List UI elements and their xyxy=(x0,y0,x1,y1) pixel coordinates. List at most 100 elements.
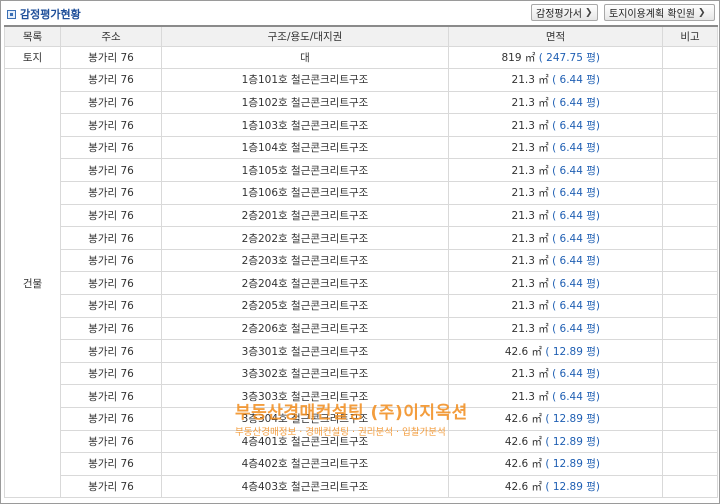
row-address: 봉가리 76 xyxy=(60,226,162,250)
row-structure: 1층103호 철근콘크리트구조 xyxy=(161,113,449,137)
area-pyeong: ( 12.89 평) xyxy=(545,435,600,448)
area-pyeong: ( 6.44 평) xyxy=(552,209,600,222)
area-pyeong: ( 6.44 평) xyxy=(552,164,600,177)
table-row: 봉가리 76 1층103호 철근콘크리트구조 21.3 ㎡ ( 6.44 평) xyxy=(5,113,718,137)
row-note xyxy=(662,90,718,115)
row-note xyxy=(662,248,718,273)
row-note xyxy=(662,271,718,296)
row-area: 21.3 ㎡ ( 6.44 평) xyxy=(448,113,663,137)
appraisal-report-button[interactable]: 감정평가서 ❯ xyxy=(531,4,598,21)
area-value: 42.6 ㎡ xyxy=(504,458,543,471)
row-note xyxy=(662,452,718,476)
row-note xyxy=(662,407,718,431)
land-use: 대 xyxy=(161,45,449,70)
area-pyeong: ( 12.89 평) xyxy=(545,345,600,358)
area-pyeong: ( 6.44 평) xyxy=(552,74,600,87)
row-address: 봉가리 76 xyxy=(60,203,162,228)
area-pyeong: ( 6.44 평) xyxy=(552,390,600,403)
area-value: 42.6 ㎡ xyxy=(504,481,543,494)
row-structure: 4층401호 철근콘크리트구조 xyxy=(161,429,449,454)
row-structure: 2층201호 철근콘크리트구조 xyxy=(161,203,449,228)
row-address: 봉가리 76 xyxy=(60,135,162,160)
area-pyeong: ( 247.75 평) xyxy=(538,51,600,64)
appraisal-panel: 감정평가현황 감정평가서 ❯ 토지이용계획 확인원 ❯ 목록 주소 구조/용도/… xyxy=(0,0,720,504)
row-structure: 1층106호 철근콘크리트구조 xyxy=(161,181,449,205)
row-note xyxy=(662,384,718,408)
land-use-plan-button[interactable]: 토지이용계획 확인원 ❯ xyxy=(604,4,715,21)
chevron-right-icon: ❯ xyxy=(585,7,593,18)
table-row: 봉가리 76 3층301호 철근콘크리트구조 42.6 ㎡ ( 12.89 평) xyxy=(5,339,718,363)
table-row: 봉가리 76 2층206호 철근콘크리트구조 21.3 ㎡ ( 6.44 평) xyxy=(5,316,718,341)
area-pyeong: ( 6.44 평) xyxy=(552,232,600,245)
row-address: 봉가리 76 xyxy=(60,361,162,386)
row-address: 봉가리 76 xyxy=(60,158,162,183)
row-note xyxy=(662,203,718,228)
row-area: 21.3 ㎡ ( 6.44 평) xyxy=(448,181,663,205)
row-address: 봉가리 76 xyxy=(60,271,162,296)
row-note xyxy=(662,113,718,137)
area-value: 42.6 ㎡ xyxy=(504,345,543,358)
row-address: 봉가리 76 xyxy=(60,181,162,205)
row-area: 21.3 ㎡ ( 6.44 평) xyxy=(448,248,663,273)
area-pyeong: ( 6.44 평) xyxy=(552,96,600,109)
row-structure: 3층301호 철근콘크리트구조 xyxy=(161,339,449,363)
row-area: 21.3 ㎡ ( 6.44 평) xyxy=(448,294,663,318)
table-row: 건물 봉가리 76 1층101호 철근콘크리트구조 21.3 ㎡ ( 6.44 평) xyxy=(4,68,718,499)
row-structure: 3층303호 철근콘크리트구조 xyxy=(161,384,449,408)
page-title: 감정평가현황 xyxy=(20,8,81,21)
area-value: 21.3 ㎡ xyxy=(511,74,549,87)
area-value: 21.3 ㎡ xyxy=(511,164,549,177)
area-value: 42.6 ㎡ xyxy=(504,435,543,448)
area-pyeong: ( 12.89 평) xyxy=(545,413,600,426)
row-note xyxy=(662,361,718,386)
row-structure: 2층206호 철근콘크리트구조 xyxy=(161,316,449,341)
area-pyeong: ( 6.44 평) xyxy=(552,322,600,335)
row-address: 봉가리 76 xyxy=(60,384,162,408)
area-value: 819 ㎡ xyxy=(501,51,536,64)
area-value: 42.6 ㎡ xyxy=(504,413,543,426)
row-address: 봉가리 76 xyxy=(60,429,162,454)
area-pyeong: ( 6.44 평) xyxy=(552,255,600,268)
appraisal-table: 목록 주소 구조/용도/대지권 면적 비고 토지 봉가리 76 대 819 ㎡ … xyxy=(4,25,718,499)
row-address: 봉가리 76 xyxy=(60,294,162,318)
section-title: 감정평가현황 xyxy=(7,6,81,22)
row-address: 봉가리 76 xyxy=(60,452,162,476)
row-note xyxy=(662,226,718,250)
row-structure: 3층304호 철근콘크리트구조 xyxy=(161,407,449,431)
area-value: 21.3 ㎡ xyxy=(511,277,549,290)
area-pyeong: ( 12.89 평) xyxy=(545,458,600,471)
category-building: 건물 xyxy=(4,68,61,499)
row-structure: 2층202호 철근콘크리트구조 xyxy=(161,226,449,250)
chevron-right-icon: ❯ xyxy=(697,7,706,18)
table-row: 봉가리 76 3층304호 철근콘크리트구조 42.6 ㎡ ( 12.89 평) xyxy=(5,407,718,431)
table-row: 봉가리 76 1층105호 철근콘크리트구조 21.3 ㎡ ( 6.44 평) xyxy=(5,158,718,183)
row-area: 42.6 ㎡ ( 12.89 평) xyxy=(448,407,663,431)
column-header-address: 주소 xyxy=(60,25,162,47)
row-address: 봉가리 76 xyxy=(60,339,162,363)
table-body: 토지 봉가리 76 대 819 ㎡ ( 247.75 평) 건물 봉가리 76 1층… xyxy=(4,45,718,499)
row-area: 21.3 ㎡ ( 6.44 평) xyxy=(448,135,663,160)
row-address: 봉가리 76 xyxy=(60,474,162,499)
table-row: 봉가리 76 1층104호 철근콘크리트구조 21.3 ㎡ ( 6.44 평) xyxy=(5,135,718,160)
row-address: 봉가리 76 xyxy=(60,407,162,431)
land-use-plan-label: 토지이용계획 확인원 xyxy=(609,9,695,20)
row-area: 42.6 ㎡ ( 12.89 평) xyxy=(448,452,663,476)
row-structure: 1층101호 철근콘크리트구조 xyxy=(161,68,449,92)
table-row: 봉가리 76 2층202호 철근콘크리트구조 21.3 ㎡ ( 6.44 평) xyxy=(5,226,718,250)
row-structure: 2층203호 철근콘크리트구조 xyxy=(161,248,449,273)
table-header-row: 목록 주소 구조/용도/대지권 면적 비고 xyxy=(4,25,718,47)
table-row: 봉가리 76 1층102호 철근콘크리트구조 21.3 ㎡ ( 6.44 평) xyxy=(5,90,718,115)
area-value: 21.3 ㎡ xyxy=(511,390,549,403)
column-header-note: 비고 xyxy=(662,25,718,47)
area-pyeong: ( 6.44 평) xyxy=(552,300,600,313)
table-row: 봉가리 76 2층205호 철근콘크리트구조 21.3 ㎡ ( 6.44 평) xyxy=(5,294,718,318)
table-row-land: 토지 봉가리 76 대 819 ㎡ ( 247.75 평) xyxy=(4,45,718,70)
row-area: 42.6 ㎡ ( 12.89 평) xyxy=(448,339,663,363)
row-note xyxy=(662,68,718,92)
row-structure: 1층104호 철근콘크리트구조 xyxy=(161,135,449,160)
land-note xyxy=(662,45,718,70)
row-area: 21.3 ㎡ ( 6.44 평) xyxy=(448,271,663,296)
area-pyeong: ( 6.44 평) xyxy=(552,277,600,290)
area-value: 21.3 ㎡ xyxy=(511,119,549,132)
row-address: 봉가리 76 xyxy=(60,316,162,341)
